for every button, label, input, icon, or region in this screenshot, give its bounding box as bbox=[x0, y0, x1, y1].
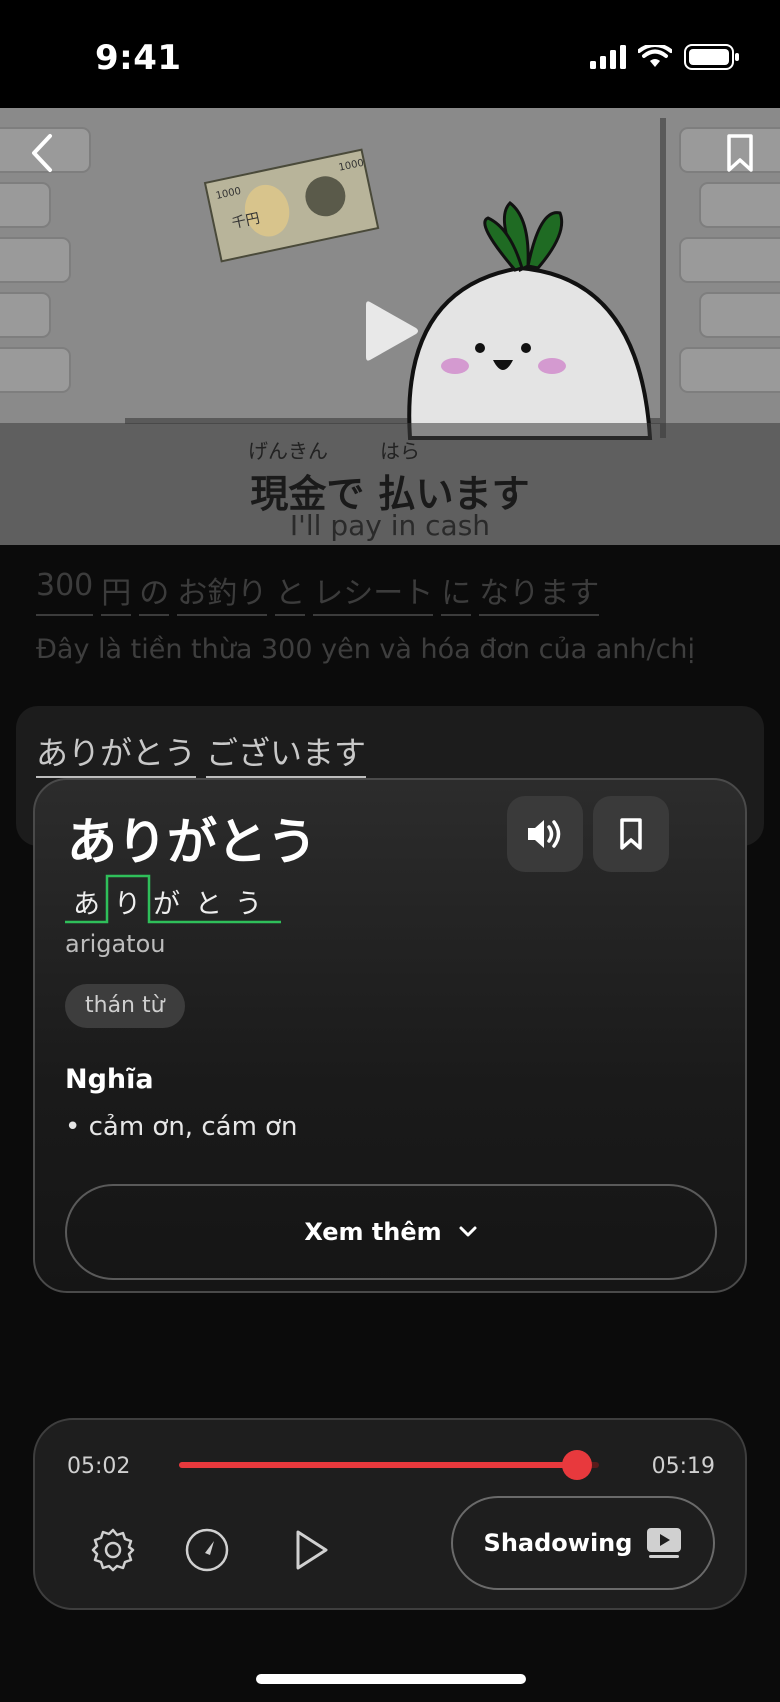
bookmark-icon bbox=[620, 818, 642, 850]
current-time: 05:02 bbox=[67, 1454, 131, 1479]
token[interactable]: の bbox=[139, 568, 170, 616]
kana-char: と bbox=[195, 889, 222, 920]
subtitle-english: I'll pay in cash bbox=[289, 509, 491, 542]
video-bookmark-button[interactable] bbox=[720, 130, 760, 176]
kana-char: が bbox=[153, 889, 180, 920]
speaker-icon bbox=[528, 820, 561, 848]
part-of-speech-badge: thán từ bbox=[65, 984, 185, 1028]
gear-icon bbox=[91, 1528, 135, 1572]
meaning-heading: Nghĩa bbox=[65, 1064, 154, 1095]
chevron-down-icon bbox=[459, 1226, 477, 1237]
battery-icon bbox=[684, 44, 739, 70]
current-sentence[interactable]: ありがとう ございます bbox=[36, 728, 367, 778]
play-button[interactable] bbox=[281, 1520, 341, 1580]
token[interactable]: ございます bbox=[206, 728, 367, 778]
save-word-button[interactable] bbox=[593, 796, 669, 872]
token[interactable]: お釣り bbox=[177, 568, 268, 616]
shadowing-label: Shadowing bbox=[483, 1529, 633, 1557]
kana-char: り bbox=[114, 889, 141, 920]
settings-button[interactable] bbox=[83, 1520, 143, 1580]
status-bar: 9:41 bbox=[0, 0, 780, 108]
playback-speed-button[interactable] bbox=[177, 1520, 237, 1580]
meaning-text: • cảm ơn, cám ơn bbox=[65, 1112, 298, 1142]
pronounce-button[interactable] bbox=[507, 796, 583, 872]
subtitle-overlay: げんきん はら 現金で 払います I'll pay in cash bbox=[0, 423, 780, 545]
status-time: 9:41 bbox=[95, 38, 182, 78]
previous-sentence[interactable]: 300 円 の お釣り と レシート に なります bbox=[36, 568, 600, 616]
token[interactable]: 円 bbox=[101, 568, 132, 616]
see-more-button[interactable]: Xem thêm bbox=[65, 1184, 717, 1280]
shadowing-button[interactable]: Shadowing bbox=[451, 1496, 715, 1590]
progress-fill bbox=[179, 1462, 577, 1468]
progress-thumb[interactable] bbox=[561, 1450, 592, 1480]
kana-char: う bbox=[235, 889, 262, 920]
bookmark-icon bbox=[727, 134, 753, 172]
total-time: 05:19 bbox=[651, 1454, 715, 1479]
progress-slider[interactable] bbox=[179, 1450, 599, 1480]
wifi-icon bbox=[638, 45, 672, 67]
token[interactable]: に bbox=[441, 568, 472, 616]
signal-icon bbox=[590, 45, 626, 69]
token[interactable]: 300 bbox=[36, 568, 94, 616]
video-player[interactable]: 1000 1000 千円 げんきん はら 現金で 払います I'll pay i bbox=[0, 108, 780, 545]
back-icon bbox=[32, 134, 52, 172]
playback-controls: 05:02 05:19 Shadowing bbox=[33, 1418, 747, 1610]
token[interactable]: ありがとう bbox=[36, 728, 197, 778]
play-icon bbox=[366, 301, 418, 361]
furigana-hara: はら bbox=[380, 439, 420, 463]
status-icons bbox=[590, 44, 740, 70]
token[interactable]: レシート bbox=[313, 568, 434, 616]
kana-char: あ bbox=[73, 889, 100, 920]
token[interactable]: なります bbox=[479, 568, 600, 616]
video-play-button[interactable] bbox=[362, 296, 422, 366]
see-more-label: Xem thêm bbox=[304, 1218, 442, 1246]
home-indicator[interactable] bbox=[256, 1674, 526, 1684]
token[interactable]: と bbox=[275, 568, 306, 616]
back-button[interactable] bbox=[22, 128, 62, 178]
previous-translation: Đây là tiền thừa 300 yên và hóa đơn của … bbox=[36, 634, 696, 665]
speed-icon bbox=[185, 1528, 229, 1572]
video-icon bbox=[647, 1528, 682, 1558]
word-detail-popup: ありがとう あ り が と う arigatou thán từ Nghĩa •… bbox=[33, 778, 747, 1293]
word-title: ありがとう bbox=[67, 813, 317, 871]
play-icon bbox=[296, 1530, 328, 1570]
furigana-genkin: げんきん bbox=[248, 439, 328, 463]
romaji: arigatou bbox=[65, 930, 166, 958]
